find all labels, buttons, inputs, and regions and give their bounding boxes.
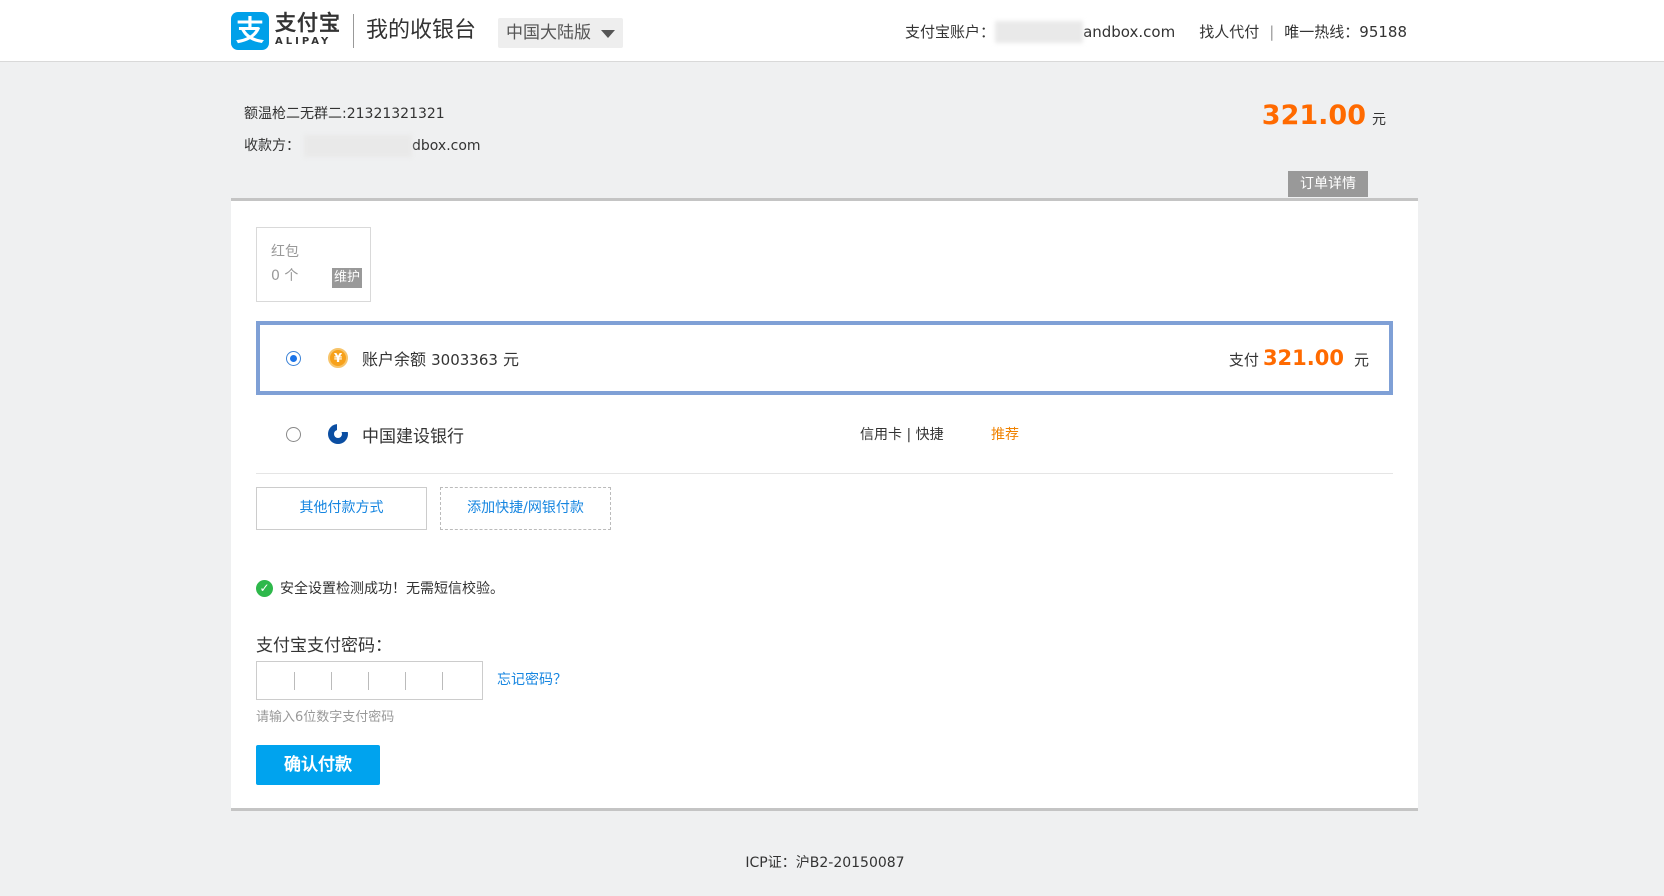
account-label: 支付宝账户： [905,23,996,41]
pay-amount-unit: 元 [1353,351,1369,369]
order-name: 额温枪二无群二:21321321321 [244,106,445,122]
payee-row: 收款方： dbox.com [244,130,481,162]
account-value: andbox.com [1083,23,1176,41]
security-message: 安全设置检测成功！无需短信校验。 [280,581,504,597]
header-separator: | [1269,23,1275,41]
order-detail-button[interactable]: 订单详情 [1288,171,1368,197]
balance-pay-amount: 支付 321.00 元 [1229,346,1369,370]
logo-en-text: ALIPAY [275,36,332,47]
account-masked [995,21,1084,43]
password-input[interactable] [256,661,483,700]
add-card-button[interactable]: 添加快捷/网银付款 [440,487,611,530]
pay-amount-value: 321.00 [1262,346,1344,370]
order-amount-unit: 元 [1372,112,1386,128]
balance-label: 账户余额 3003363 元 [362,346,519,370]
payee-label: 收款方： [244,138,300,154]
password-label: 支付宝支付密码： [256,636,392,656]
page-title: 我的收银台 [366,18,477,43]
region-select[interactable]: 中国大陆版 [498,18,623,48]
payee-masked [304,135,412,157]
balance-radio[interactable] [286,350,301,366]
password-cell-divider [442,672,443,690]
security-check: ✓ 安全设置检测成功！无需短信校验。 [256,578,504,598]
ccb-bank-icon [328,424,348,444]
footer-icp: ICP证：沪B2-20150087 [745,855,905,871]
pay-method-ccb[interactable]: 中国建设银行 信用卡 | 快捷 推荐 [256,399,1393,469]
order-info: 额温枪二无群二:21321321321 收款方： dbox.com [244,98,481,162]
balance-unit: 元 [503,350,520,369]
balance-label-text: 账户余额 [362,350,427,369]
password-cell-divider [331,672,332,690]
pay-label: 支付 [1228,351,1259,369]
ccb-recommend-tag: 推荐 [991,427,1019,443]
redpack-title: 红包 [271,244,299,260]
redpack-card[interactable]: 红包 0 个 维护 [256,227,371,302]
hotline-text: 唯一热线：95188 [1284,23,1407,41]
password-cell-divider [368,672,369,690]
ccb-label: 中国建设银行 [362,426,464,447]
payment-panel: 红包 0 个 维护 ¥ 账户余额 3003363 元 支付 321.00 元 中国建… [231,198,1418,811]
region-select-value: 中国大陆版 [506,23,591,43]
chevron-down-icon [601,30,615,38]
balance-yuan-icon: ¥ [328,348,348,368]
confirm-payment-button[interactable]: 确认付款 [256,745,380,785]
logo-cn-text: 支付宝 [275,11,341,35]
other-payment-methods-button[interactable]: 其他付款方式 [256,487,427,530]
forgot-password-link[interactable]: 忘记密码？ [497,669,567,689]
logo-divider [353,14,354,48]
order-amount-value: 321.00 [1261,100,1366,131]
find-pay-link[interactable]: 找人代付 [1199,20,1259,44]
alipay-logo[interactable]: 支付宝 ALIPAY [275,10,343,48]
redpack-maintenance-tag: 维护 [331,268,362,288]
top-bar: 支 支付宝 ALIPAY 我的收银台 中国大陆版 支付宝账户： andbox.c… [0,0,1664,62]
alipay-logo-icon[interactable]: 支 [231,12,269,50]
ccb-radio[interactable] [286,426,301,442]
balance-value: 3003363 [431,351,498,369]
payee-value: dbox.com [412,138,481,154]
account-area: 支付宝账户： andbox.com 找人代付 | 唯一热线：95188 [905,20,1407,44]
ccb-card-types: 信用卡 | 快捷 [860,427,944,443]
password-cell-divider [405,672,406,690]
pay-method-balance[interactable]: ¥ 账户余额 3003363 元 支付 321.00 元 [256,321,1393,395]
order-amount: 321.00 元 [1262,98,1386,138]
methods-divider [256,473,1393,474]
password-hint: 请输入6位数字支付密码 [256,710,395,725]
password-cell-divider [294,672,295,690]
check-circle-icon: ✓ [256,579,273,597]
